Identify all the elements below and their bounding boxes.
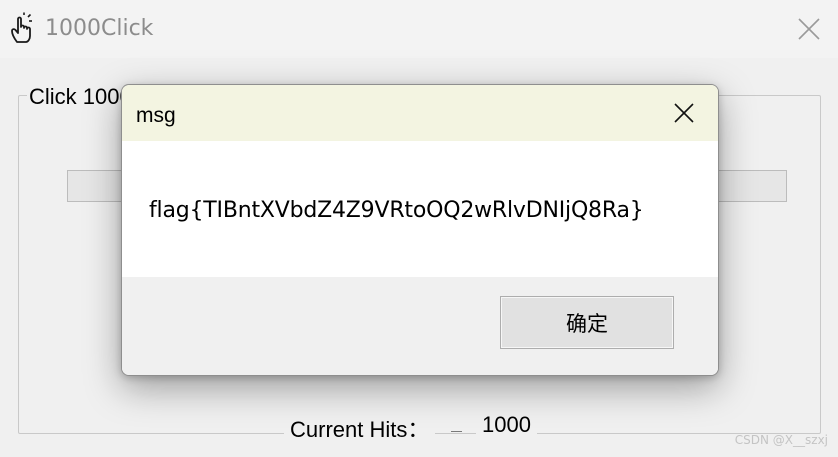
dialog-close-button[interactable] [650,85,718,141]
window-title: 1000Click [45,16,154,41]
groupbox-label: Click 1000 [27,84,134,110]
close-icon [674,103,694,123]
watermark: CSDN @X__szxj [734,433,828,447]
window-close-button[interactable] [780,0,838,58]
ok-button[interactable]: 确定 [500,296,674,349]
hits-separator [451,431,462,432]
current-hits-label: Current Hits： [284,412,436,444]
dialog-title: msg [136,104,176,127]
dialog-footer: 确定 [122,277,718,375]
dialog-body: flag{TIBntXVbdZ4Z9VRtoOQ2wRlvDNIjQ8Ra} [122,141,718,277]
title-bar[interactable]: 1000Click [0,0,838,58]
current-hits-value: 1000 [476,412,537,438]
close-icon [798,18,820,40]
dialog-title-bar[interactable]: msg [122,85,718,141]
hand-pointer-icon [8,12,42,46]
dialog-message: flag{TIBntXVbdZ4Z9VRtoOQ2wRlvDNIjQ8Ra} [149,198,644,223]
message-dialog: msg flag{TIBntXVbdZ4Z9VRtoOQ2wRlvDNIjQ8R… [121,84,719,376]
